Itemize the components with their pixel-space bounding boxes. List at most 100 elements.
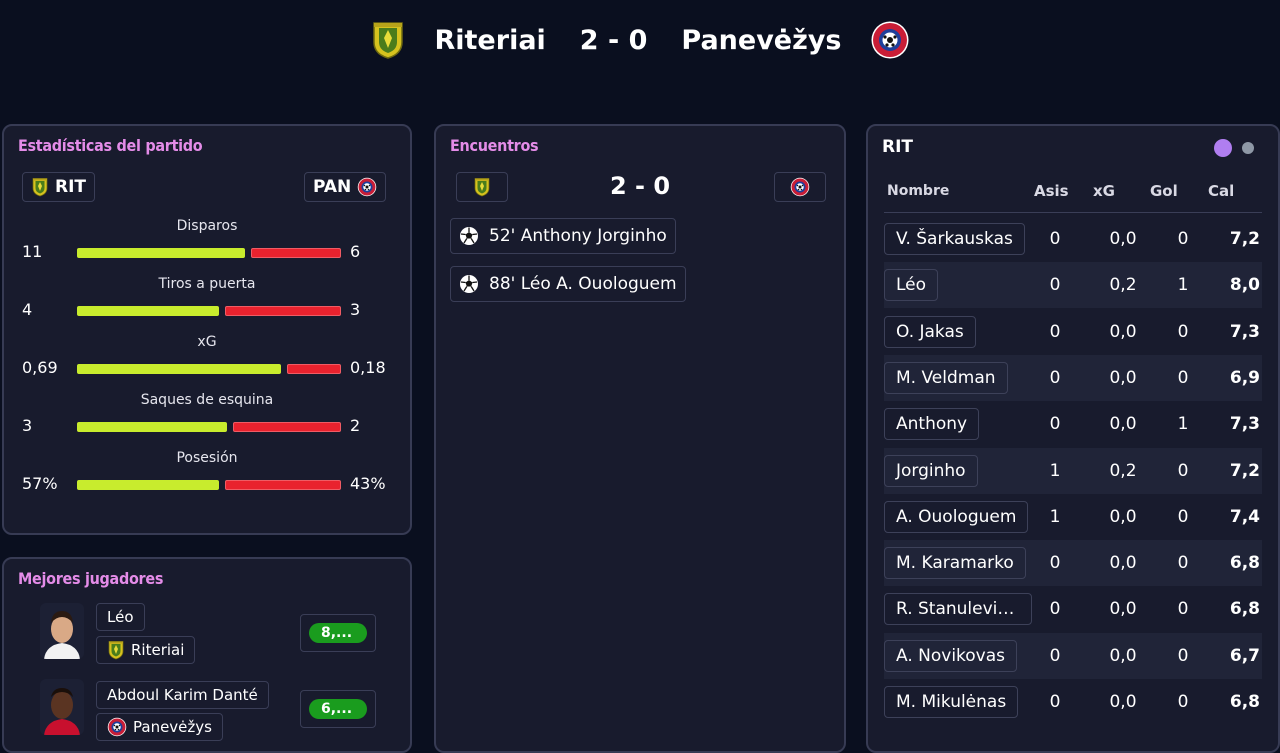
stat-label: Posesión <box>176 450 238 466</box>
stat-label: xG <box>197 334 217 350</box>
goal-event[interactable]: 52' Anthony Jorginho <box>450 218 676 254</box>
away-team-abbr: PAN <box>313 177 352 197</box>
table-row[interactable]: Jorginho 1 0,2 0 7,2 <box>884 447 1262 494</box>
cell-xg: 0,0 <box>1109 414 1137 435</box>
table-row[interactable]: Léo 0 0,2 1 8,0 <box>884 262 1262 309</box>
cell-asis: 0 <box>1049 229 1061 249</box>
away-team-name: Panevėžys <box>681 24 842 56</box>
cell-rating: 6,8 <box>1229 599 1260 620</box>
goal-event-text: 52' Anthony Jorginho <box>489 226 667 246</box>
player-name-chip[interactable]: M. Karamarko <box>884 547 1026 580</box>
cell-xg: 0,0 <box>1109 553 1137 574</box>
stat-home-bar <box>77 422 227 432</box>
stat-home-bar <box>77 364 281 374</box>
home-team-chip[interactable]: RIT <box>22 172 96 202</box>
player-name-chip[interactable]: A. Novikovas <box>884 639 1018 672</box>
cell-gol: 0 <box>1177 229 1189 249</box>
stat-away-bar <box>225 306 341 316</box>
panel-title: Estadísticas del partido <box>18 136 203 155</box>
player-name-chip[interactable]: Anthony <box>884 408 980 441</box>
stat-away-bar <box>225 480 341 490</box>
best-players-panel: Mejores jugadores Léo Riteriai 8,... Abd… <box>2 557 412 753</box>
stat-label: Disparos <box>176 218 238 234</box>
riteriai-crest-icon <box>107 640 125 660</box>
cell-gol: 1 <box>1177 275 1189 296</box>
player-name-chip[interactable]: Abdoul Karim Danté <box>96 681 269 709</box>
table-row[interactable]: M. Veldman 0 0,0 0 6,9 <box>884 354 1262 401</box>
player-name-chip[interactable]: Jorginho <box>884 454 978 487</box>
stat-away-value: 6 <box>350 242 361 261</box>
cell-gol: 0 <box>1177 645 1189 666</box>
cell-rating: 6,9 <box>1229 367 1260 388</box>
player-name-chip[interactable]: O. Jakas <box>884 315 976 348</box>
panevezys-crest-icon <box>790 177 810 197</box>
cell-rating: 7,3 <box>1229 321 1260 342</box>
player-name-chip[interactable]: A. Ouologuem <box>884 500 1029 533</box>
player-photo[interactable] <box>40 679 84 735</box>
stat-home-bar <box>77 480 219 490</box>
stat-away-value: 43% <box>350 474 386 493</box>
panel-title: Mejores jugadores <box>18 569 164 588</box>
stat-home-value: 0,69 <box>22 358 58 377</box>
stat-row: Posesión 57% 43% <box>4 450 410 508</box>
away-team-chip[interactable] <box>774 172 826 202</box>
player-name-chip[interactable]: V. Šarkauskas <box>884 223 1025 255</box>
col-header-gol[interactable]: Gol <box>1150 182 1178 200</box>
table-row[interactable]: R. Stanulevičius 0 0,0 0 6,8 <box>884 586 1262 632</box>
stat-home-bar <box>77 248 245 258</box>
goal-event[interactable]: 88' Léo A. Ouologuem <box>450 266 686 302</box>
col-header-asis[interactable]: Asis <box>1034 182 1069 200</box>
stat-home-value: 3 <box>22 416 33 435</box>
match-header: Riteriai 2 - 0 Panevėžys <box>0 0 1280 80</box>
panevezys-crest-icon <box>870 20 910 60</box>
stat-label: Tiros a puerta <box>158 276 256 292</box>
away-team-chip[interactable]: PAN <box>304 172 387 202</box>
player-name-chip[interactable]: M. Mikulėnas <box>884 686 1019 718</box>
cell-asis: 0 <box>1049 645 1061 666</box>
table-row[interactable]: Anthony 0 0,0 1 7,3 <box>884 401 1262 447</box>
table-row[interactable]: V. Šarkauskas 0 0,0 0 7,2 <box>884 216 1262 262</box>
team-table-title: RIT <box>882 137 914 157</box>
match-score: 2 - 0 <box>579 24 648 56</box>
cell-gol: 0 <box>1177 599 1189 620</box>
player-photo[interactable] <box>40 603 84 659</box>
events-panel: Encuentros 2 - 0 52' Anthony Jorginho 88… <box>434 124 846 753</box>
cell-gol: 0 <box>1177 553 1189 574</box>
table-row[interactable]: M. Karamarko 0 0,0 0 6,8 <box>884 540 1262 587</box>
table-row[interactable]: M. Mikulėnas 0 0,0 0 6,8 <box>884 679 1262 725</box>
page-dot-active[interactable] <box>1214 139 1232 157</box>
stat-away-value: 0,18 <box>350 358 386 377</box>
stat-away-value: 2 <box>350 416 361 435</box>
col-header-cal[interactable]: Cal <box>1208 182 1234 200</box>
player-name-chip[interactable]: R. Stanulevičius <box>884 593 1032 626</box>
home-team-name: Riteriai <box>434 24 546 56</box>
panevezys-crest-icon <box>357 177 377 197</box>
cell-asis: 1 <box>1049 460 1061 481</box>
player-team: Riteriai <box>131 641 185 659</box>
player-name-chip[interactable]: M. Veldman <box>884 361 1008 394</box>
cell-rating: 7,2 <box>1229 229 1260 249</box>
player-name-chip[interactable]: Léo <box>884 269 939 302</box>
player-team-chip[interactable]: Riteriai <box>96 636 196 664</box>
cell-asis: 0 <box>1049 692 1061 712</box>
col-header-xg[interactable]: xG <box>1093 182 1115 200</box>
table-row[interactable]: A. Novikovas 0 0,0 0 6,7 <box>884 632 1262 679</box>
cell-rating: 7,3 <box>1229 414 1260 435</box>
cell-xg: 0,0 <box>1109 645 1137 666</box>
player-name-chip[interactable]: Léo <box>96 603 145 631</box>
player-team-chip[interactable]: Panevėžys <box>96 713 223 741</box>
table-row[interactable]: O. Jakas 0 0,0 0 7,3 <box>884 309 1262 355</box>
stat-away-bar <box>287 364 341 374</box>
stat-away-value: 3 <box>350 300 361 319</box>
cell-rating: 7,4 <box>1229 506 1260 527</box>
cell-gol: 0 <box>1177 692 1189 712</box>
team-players-panel: RIT Nombre Asis xG Gol Cal V. Šarkauskas… <box>866 124 1280 753</box>
cell-asis: 0 <box>1049 367 1061 388</box>
cell-gol: 0 <box>1177 321 1189 342</box>
page-dot[interactable] <box>1242 142 1254 154</box>
table-row[interactable]: A. Ouologuem 1 0,0 0 7,4 <box>884 494 1262 540</box>
cell-rating: 8,0 <box>1229 275 1260 296</box>
stat-row: Saques de esquina 3 2 <box>4 392 410 450</box>
player-name: Léo <box>107 608 134 626</box>
col-header-name[interactable]: Nombre <box>887 183 949 199</box>
